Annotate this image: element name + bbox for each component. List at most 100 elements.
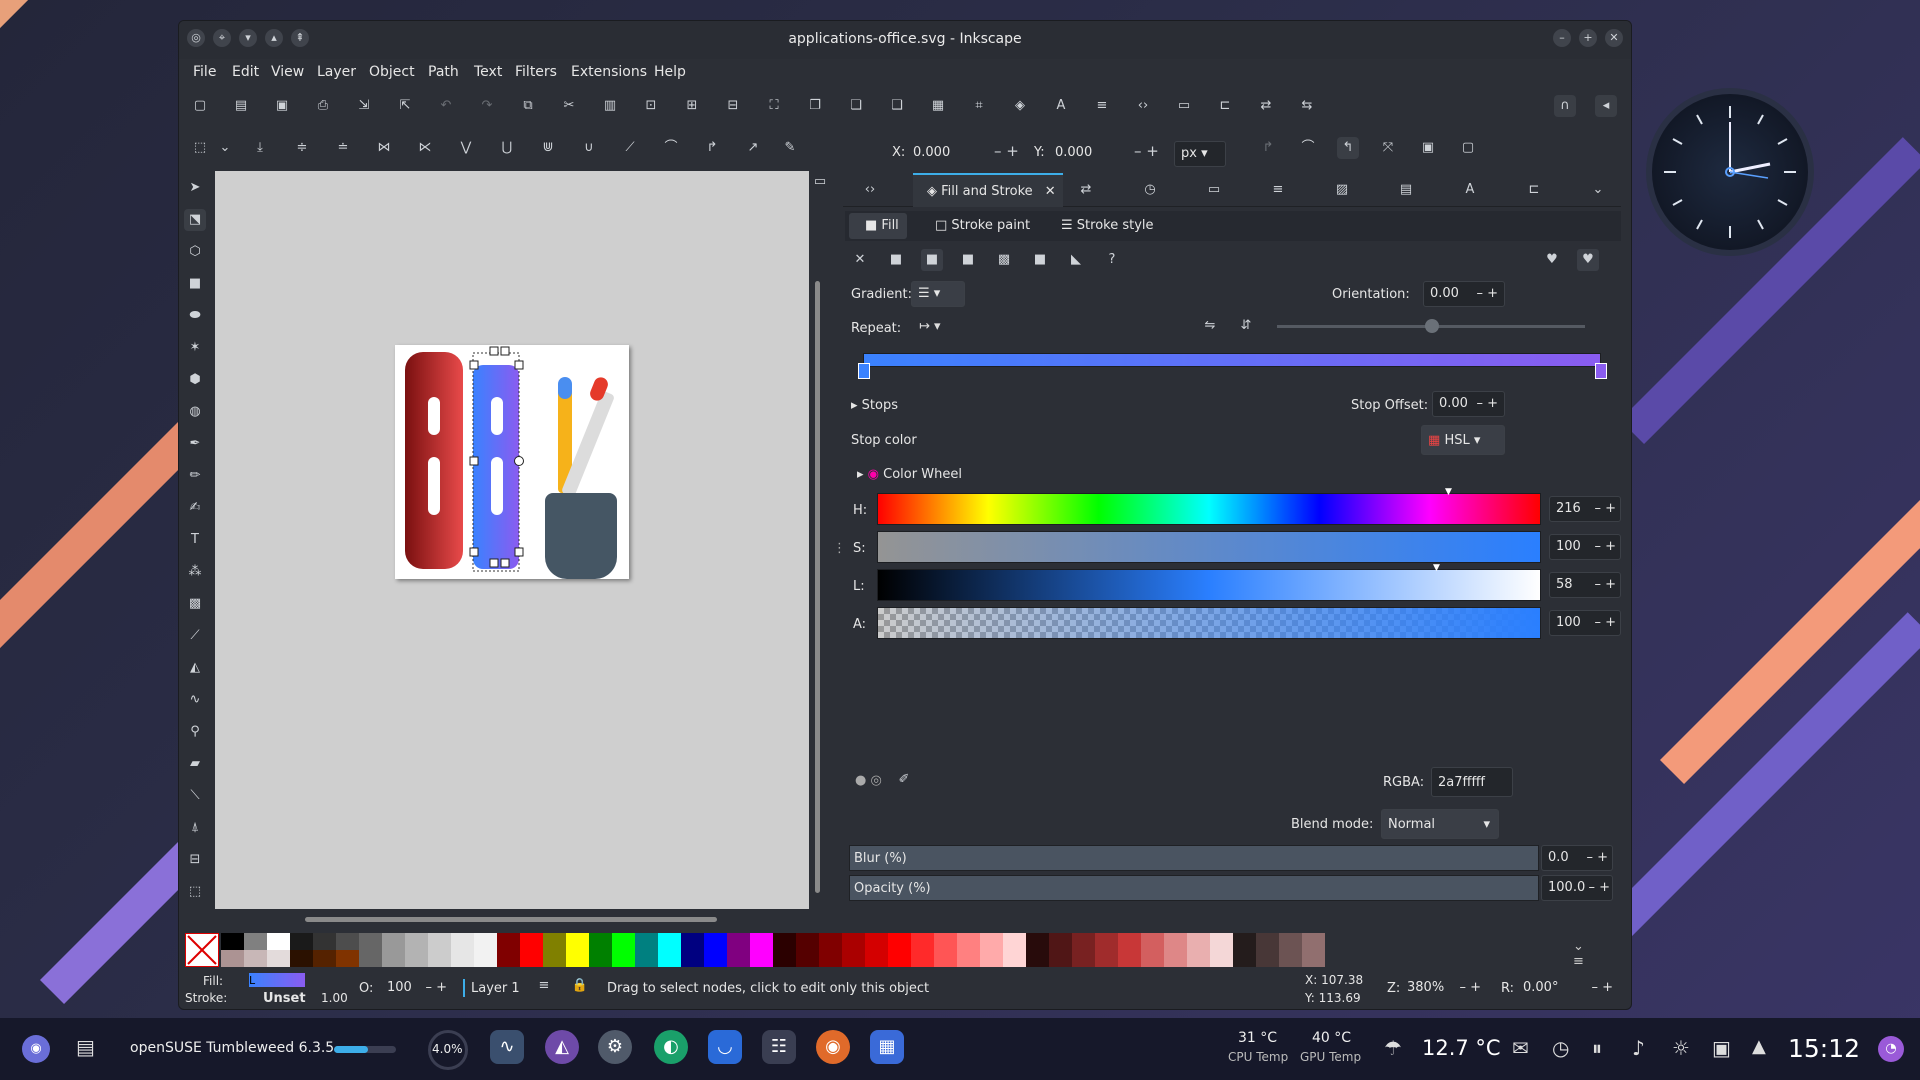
stop-offset-stepper[interactable]: – +: [1476, 396, 1498, 411]
snap-menu-icon[interactable]: ◂: [1595, 95, 1617, 117]
fill-stroke-icon[interactable]: ◈: [1009, 95, 1031, 117]
palette-swatch[interactable]: [727, 933, 750, 967]
gradient-stop-end[interactable]: [1595, 363, 1607, 379]
palette-swatch[interactable]: [1187, 933, 1210, 967]
menu-object[interactable]: Object: [369, 64, 415, 80]
palette-swatch[interactable]: [221, 950, 244, 967]
settings-dock-icon[interactable]: ⚙: [598, 1030, 632, 1064]
palette-swatch[interactable]: [842, 933, 865, 967]
zoom-fit-icon[interactable]: ⛶: [763, 95, 785, 117]
document-properties-icon[interactable]: ▭: [1173, 95, 1195, 117]
alpha-slider[interactable]: [877, 607, 1541, 639]
palette-swatch[interactable]: [658, 933, 681, 967]
display-mode-icon[interactable]: ▭: [809, 171, 831, 193]
paint-bucket-icon[interactable]: ◭: [184, 657, 206, 679]
opacity-input[interactable]: 100.0– +: [1541, 875, 1613, 901]
h-stepper[interactable]: – +: [1594, 501, 1616, 516]
pen-node-icon[interactable]: ✎: [779, 137, 801, 159]
connector-tool-icon[interactable]: ⟍: [184, 785, 206, 807]
blend-mode-select[interactable]: Normal ▾: [1381, 809, 1499, 839]
pager-icon[interactable]: ▤: [76, 1035, 95, 1059]
palette-swatch[interactable]: [1003, 933, 1026, 967]
palette-swatch[interactable]: [911, 933, 934, 967]
palette-swatch[interactable]: [1256, 933, 1279, 967]
canvas-hscrollbar[interactable]: [305, 917, 717, 922]
palette-swatch[interactable]: [819, 933, 842, 967]
cut-icon[interactable]: ✂: [558, 95, 580, 117]
palette-swatch[interactable]: [865, 933, 888, 967]
linear-gradient-icon[interactable]: ■: [921, 249, 943, 271]
pencil-tool-icon[interactable]: ✏: [184, 465, 206, 487]
group-icon[interactable]: ▦: [927, 95, 949, 117]
palette-swatch[interactable]: [796, 933, 819, 967]
gradient-stop-start[interactable]: [858, 363, 870, 379]
fill-indicator-swatch[interactable]: L: [249, 973, 305, 987]
document-tab-icon[interactable]: ▭: [1203, 179, 1225, 201]
palette-swatch[interactable]: [1233, 933, 1256, 967]
export-icon[interactable]: ⇱: [394, 95, 416, 117]
palette-swatch[interactable]: [520, 933, 543, 967]
align-icon[interactable]: ⊏: [1214, 95, 1236, 117]
palette-swatch[interactable]: [1141, 933, 1164, 967]
pattern-icon[interactable]: ■: [1029, 249, 1051, 271]
palette-swatch[interactable]: [267, 950, 290, 967]
no-paint-icon[interactable]: ✕: [849, 249, 871, 271]
stop-offset-input[interactable]: 0.00 – +: [1432, 391, 1505, 417]
tab-fill-and-stroke[interactable]: ◈ Fill and Stroke ✕: [913, 173, 1063, 207]
break-path-icon[interactable]: ≐: [332, 137, 354, 159]
palette-swatch[interactable]: [359, 933, 382, 967]
lightness-slider[interactable]: [877, 569, 1541, 601]
palette-swatch[interactable]: [244, 950, 267, 967]
xml-editor-icon[interactable]: ‹›: [1132, 95, 1154, 117]
h-input[interactable]: 216 – +: [1549, 496, 1621, 522]
color-wheel-expander[interactable]: ▸ ◉ Color Wheel: [857, 467, 962, 482]
store-dock-icon[interactable]: ◡: [708, 1030, 742, 1064]
opacity-status-stepper[interactable]: – +: [425, 980, 447, 995]
smooth-node-icon[interactable]: ⋃: [496, 137, 518, 159]
close-button[interactable]: ✕: [1605, 29, 1623, 47]
pages-tool-icon[interactable]: ⬚: [184, 881, 206, 903]
layers-tab-icon[interactable]: ≡: [1267, 179, 1289, 201]
zoom-input[interactable]: 380% – +: [1401, 976, 1481, 1002]
cusp-node-icon[interactable]: ⋁: [455, 137, 477, 159]
palette-swatch[interactable]: [428, 933, 451, 967]
open-document-icon[interactable]: ▤: [230, 95, 252, 117]
zoom-stepper[interactable]: – +: [1459, 980, 1481, 995]
palette-swatch[interactable]: [934, 933, 957, 967]
image-tab-icon[interactable]: ▨: [1331, 179, 1353, 201]
mastodon-dock-icon[interactable]: ◐: [654, 1030, 688, 1064]
menu-edit[interactable]: Edit: [232, 64, 259, 80]
firefox-dock-icon[interactable]: ◉: [816, 1030, 850, 1064]
delete-segment-icon[interactable]: ⋉: [414, 137, 436, 159]
y-stepper[interactable]: – +: [1134, 142, 1159, 160]
rectangle-tool-icon[interactable]: ■: [184, 273, 206, 295]
turn-gradient-icon[interactable]: ⇵: [1235, 315, 1257, 337]
print-icon[interactable]: ⎙: [312, 95, 334, 117]
palette-swatch[interactable]: [635, 933, 658, 967]
zoom-tool-icon[interactable]: ⊟: [184, 849, 206, 871]
selector-tool-icon[interactable]: ➤: [184, 177, 206, 199]
a-stepper[interactable]: – +: [1594, 615, 1616, 630]
clone-icon[interactable]: ❏: [845, 95, 867, 117]
segment-line-icon[interactable]: ⟋: [619, 137, 641, 159]
unset-paint-icon[interactable]: ?: [1101, 249, 1123, 271]
opacity-status-input[interactable]: 100 – +: [381, 976, 451, 1002]
transform-tab-icon[interactable]: ⇄: [1075, 179, 1097, 201]
saturation-slider[interactable]: [877, 531, 1541, 563]
stroke-indicator-value[interactable]: Unset: [263, 991, 306, 1006]
mask-edit-icon[interactable]: ▣: [1417, 137, 1439, 159]
stroke-to-path-icon[interactable]: ↗: [742, 137, 764, 159]
palette-swatch[interactable]: [474, 933, 497, 967]
import-icon[interactable]: ⇲: [353, 95, 375, 117]
palette-swatch[interactable]: [1072, 933, 1095, 967]
opacity-slider[interactable]: Opacity (%): [849, 875, 1539, 901]
timer-icon[interactable]: ◷: [1552, 1036, 1569, 1060]
task-title[interactable]: openSUSE Tumbleweed 6.3.5: [130, 1040, 334, 1056]
close-tab-icon[interactable]: ✕: [1045, 184, 1056, 199]
blur-slider[interactable]: Blur (%): [849, 845, 1539, 871]
gradient-angle-handle[interactable]: [1425, 319, 1439, 333]
redo-icon[interactable]: ↷: [476, 95, 498, 117]
zoom-drawing-icon[interactable]: ⊞: [681, 95, 703, 117]
blur-stepper[interactable]: – +: [1586, 850, 1608, 865]
zoom-page-icon[interactable]: ⊟: [722, 95, 744, 117]
